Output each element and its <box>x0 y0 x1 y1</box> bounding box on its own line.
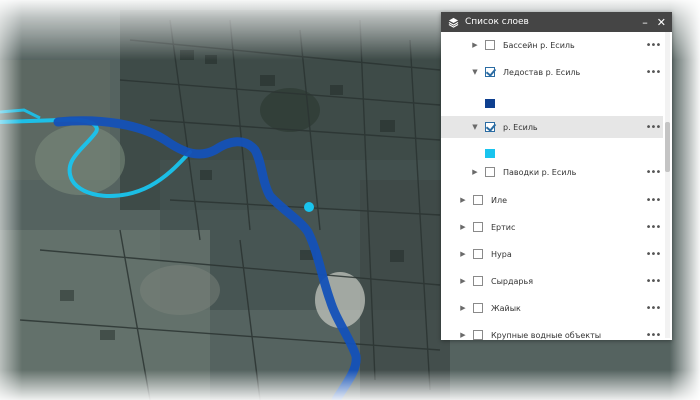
layer-checkbox[interactable] <box>473 222 483 232</box>
more-options-button[interactable]: ••• <box>643 122 663 133</box>
minimize-button[interactable]: – <box>642 17 648 28</box>
layer-row-river[interactable]: ▼ р. Есиль ••• <box>441 116 663 138</box>
layer-checkbox[interactable] <box>473 276 483 286</box>
expand-arrow-icon[interactable]: ▶ <box>459 304 467 312</box>
layers-icon <box>448 17 459 28</box>
layer-row-nura[interactable]: ▶ Нура ••• <box>441 243 663 265</box>
river-light-spot <box>304 202 314 212</box>
scroll-thumb[interactable] <box>665 122 670 172</box>
more-options-button[interactable]: ••• <box>643 222 663 233</box>
layer-row-freeze[interactable]: ▼ Ледостав р. Есиль ••• <box>441 61 663 83</box>
layer-list: ▶ Бассейн р. Есиль ••• ▼ Ледостав р. Еси… <box>441 32 663 340</box>
more-options-button[interactable]: ••• <box>643 303 663 314</box>
more-options-button[interactable]: ••• <box>643 40 663 51</box>
more-options-button[interactable]: ••• <box>643 67 663 78</box>
legend-swatch-dark-blue <box>485 99 495 108</box>
layer-label: Сырдарья <box>491 276 534 286</box>
layer-row-syrdarya[interactable]: ▶ Сырдарья ••• <box>441 270 663 292</box>
layer-row-water-bodies[interactable]: ▶ Крупные водные объекты ••• <box>441 324 663 340</box>
layer-row-floods[interactable]: ▶ Паводки р. Есиль ••• <box>441 161 663 183</box>
legend-swatch-cyan <box>485 149 495 158</box>
layer-label: Бассейн р. Есиль <box>503 40 575 50</box>
expand-arrow-icon[interactable]: ▶ <box>459 331 467 339</box>
layer-label: Жайык <box>491 303 521 313</box>
more-options-button[interactable]: ••• <box>643 330 663 341</box>
expand-arrow-icon[interactable]: ▶ <box>459 223 467 231</box>
layer-row-ertis[interactable]: ▶ Ертис ••• <box>441 216 663 238</box>
layer-row-zhaiyk[interactable]: ▶ Жайык ••• <box>441 297 663 319</box>
expand-arrow-icon[interactable]: ▶ <box>471 41 479 49</box>
more-options-button[interactable]: ••• <box>643 167 663 178</box>
expand-arrow-icon[interactable]: ▶ <box>459 277 467 285</box>
layer-row-ile[interactable]: ▶ Иле ••• <box>441 189 663 211</box>
expand-arrow-icon[interactable]: ▶ <box>459 250 467 258</box>
layer-label: Ледостав р. Есиль <box>503 67 581 77</box>
layer-list-panel: Список слоев – ✕ ▶ Бассейн р. Есиль ••• … <box>441 12 672 340</box>
more-options-button[interactable]: ••• <box>643 249 663 260</box>
close-button[interactable]: ✕ <box>657 17 666 28</box>
expand-arrow-icon[interactable]: ▶ <box>459 196 467 204</box>
layer-checkbox[interactable] <box>485 167 495 177</box>
layer-label: Крупные водные объекты <box>491 330 602 340</box>
layer-label: Ертис <box>491 222 516 232</box>
layer-checkbox[interactable] <box>473 330 483 340</box>
collapse-arrow-icon[interactable]: ▼ <box>471 123 479 131</box>
layer-checkbox[interactable] <box>485 40 495 50</box>
layer-label: Иле <box>491 195 508 205</box>
layer-row-basin[interactable]: ▶ Бассейн р. Есиль ••• <box>441 34 663 56</box>
more-options-button[interactable]: ••• <box>643 195 663 206</box>
layer-checkbox-checked[interactable] <box>485 122 495 132</box>
panel-title: Список слоев <box>465 17 529 27</box>
layer-label: Паводки р. Есиль <box>503 167 577 177</box>
layer-list-scrollbar[interactable] <box>665 32 670 338</box>
layer-label: Нура <box>491 249 512 259</box>
layer-checkbox[interactable] <box>473 249 483 259</box>
more-options-button[interactable]: ••• <box>643 276 663 287</box>
layer-checkbox[interactable] <box>473 303 483 313</box>
layer-checkbox[interactable] <box>473 195 483 205</box>
collapse-arrow-icon[interactable]: ▼ <box>471 68 479 76</box>
layer-checkbox-checked[interactable] <box>485 67 495 77</box>
expand-arrow-icon[interactable]: ▶ <box>471 168 479 176</box>
panel-header: Список слоев – ✕ <box>441 12 672 32</box>
layer-label: р. Есиль <box>503 122 538 132</box>
